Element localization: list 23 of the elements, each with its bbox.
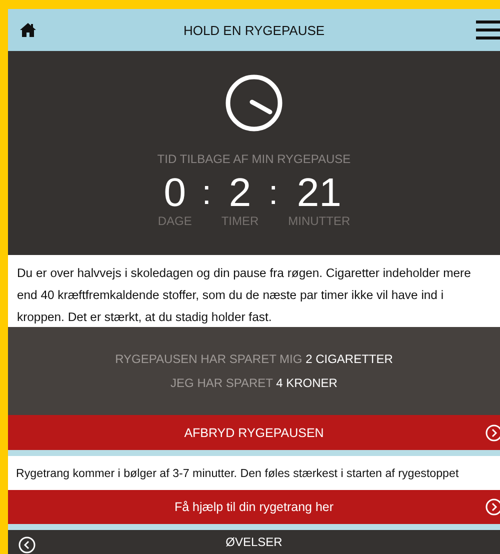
menu-icon[interactable] xyxy=(476,20,500,40)
craving-note: Rygetrang kommer i bølger af 3-7 minutter. Den føles stærkest i starten af rygestoppet xyxy=(8,456,500,490)
time-value: 0 xyxy=(164,172,186,214)
home-icon[interactable] xyxy=(20,23,36,37)
timer-caption: TID TILBAGE AF MIN RYGEPAUSE xyxy=(157,152,351,166)
time-unit-label: MINUTTER xyxy=(288,214,350,228)
back-icon[interactable] xyxy=(18,536,36,554)
time-unit-label: TIMER xyxy=(221,214,259,228)
savings-text: RYGEPAUSEN HAR SPARET MIG 2 CIGARETTER xyxy=(115,352,393,366)
motivation-message: Du er over halvvejs i skoledagen og din pause fra røgen. Cigaretter indeholder mere end 40 kræftfremkaldende stoffer, som du de næste par timer ikke vil have ind i kroppen. Det er stærkt, at du stadig holder fast. xyxy=(8,255,500,327)
savings-text: JEG HAR SPARET 4 KRONER xyxy=(170,376,338,390)
chevron-right-icon xyxy=(485,424,500,442)
footer-title: ØVELSER xyxy=(226,535,282,549)
time-value: 2 xyxy=(228,172,252,214)
chevron-right-icon xyxy=(485,498,500,516)
time-unit-label: DAGE xyxy=(158,214,192,228)
page-title: HOLD EN RYGEPAUSE xyxy=(183,22,325,38)
help-button[interactable]: Få hjælp til din rygetrang her xyxy=(8,490,500,524)
time-separator: : xyxy=(202,173,212,214)
clock-icon xyxy=(225,74,283,132)
stop-break-button[interactable]: AFBRYD RYGEPAUSEN xyxy=(8,415,500,450)
time-value: 21 xyxy=(296,172,342,214)
time-separator: : xyxy=(268,173,278,214)
